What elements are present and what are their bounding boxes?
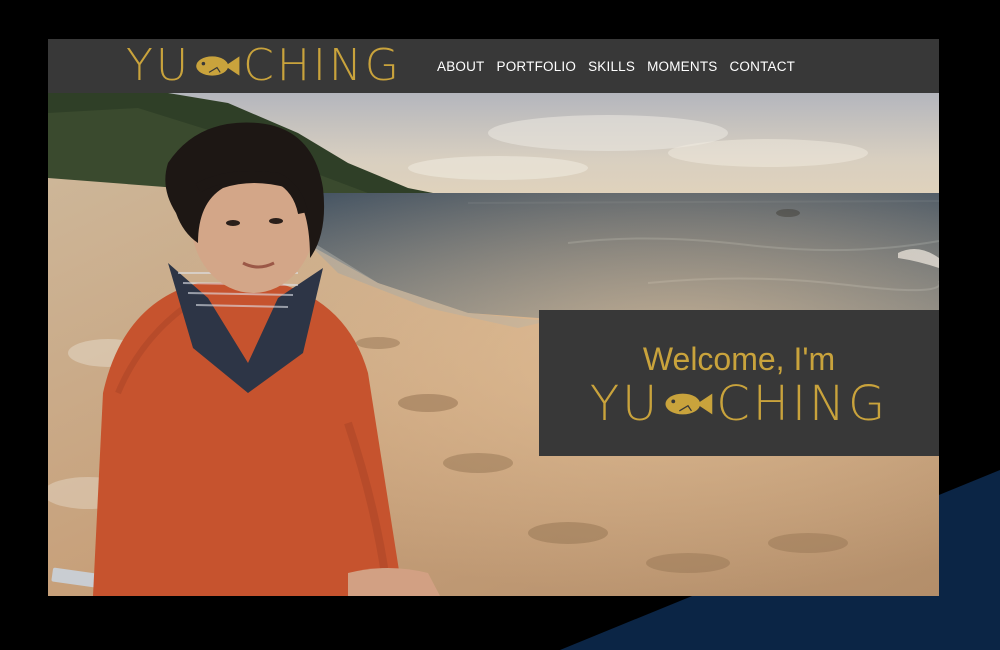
fish-icon — [665, 393, 713, 415]
welcome-heading: Welcome, I'm — [642, 341, 836, 377]
brand-logo[interactable]: YU CHING — [126, 44, 402, 88]
nav-menu: ABOUT PORTFOLIO SKILLS MOMENTS CONTACT — [437, 39, 795, 93]
logo-text-ching: CHING — [243, 40, 402, 91]
welcome-logo: YU CHING — [590, 379, 888, 429]
nav-link-portfolio[interactable]: PORTFOLIO — [497, 59, 577, 74]
nav-link-about[interactable]: ABOUT — [437, 59, 485, 74]
welcome-logo-text-ching: CHING — [716, 376, 889, 432]
fish-icon — [196, 56, 240, 76]
website-frame: YU CHING ABOUT PORTFOLIO SKILLS MOMENTS … — [48, 39, 939, 596]
nav-link-moments[interactable]: MOMENTS — [647, 59, 717, 74]
nav-link-skills[interactable]: SKILLS — [588, 59, 635, 74]
welcome-banner: Welcome, I'm YU CHING — [539, 310, 939, 456]
navbar: YU CHING ABOUT PORTFOLIO SKILLS MOMENTS … — [48, 39, 939, 93]
nav-link-contact[interactable]: CONTACT — [729, 59, 795, 74]
logo-text-yu: YU — [126, 40, 192, 91]
welcome-logo-text-yu: YU — [589, 376, 661, 432]
